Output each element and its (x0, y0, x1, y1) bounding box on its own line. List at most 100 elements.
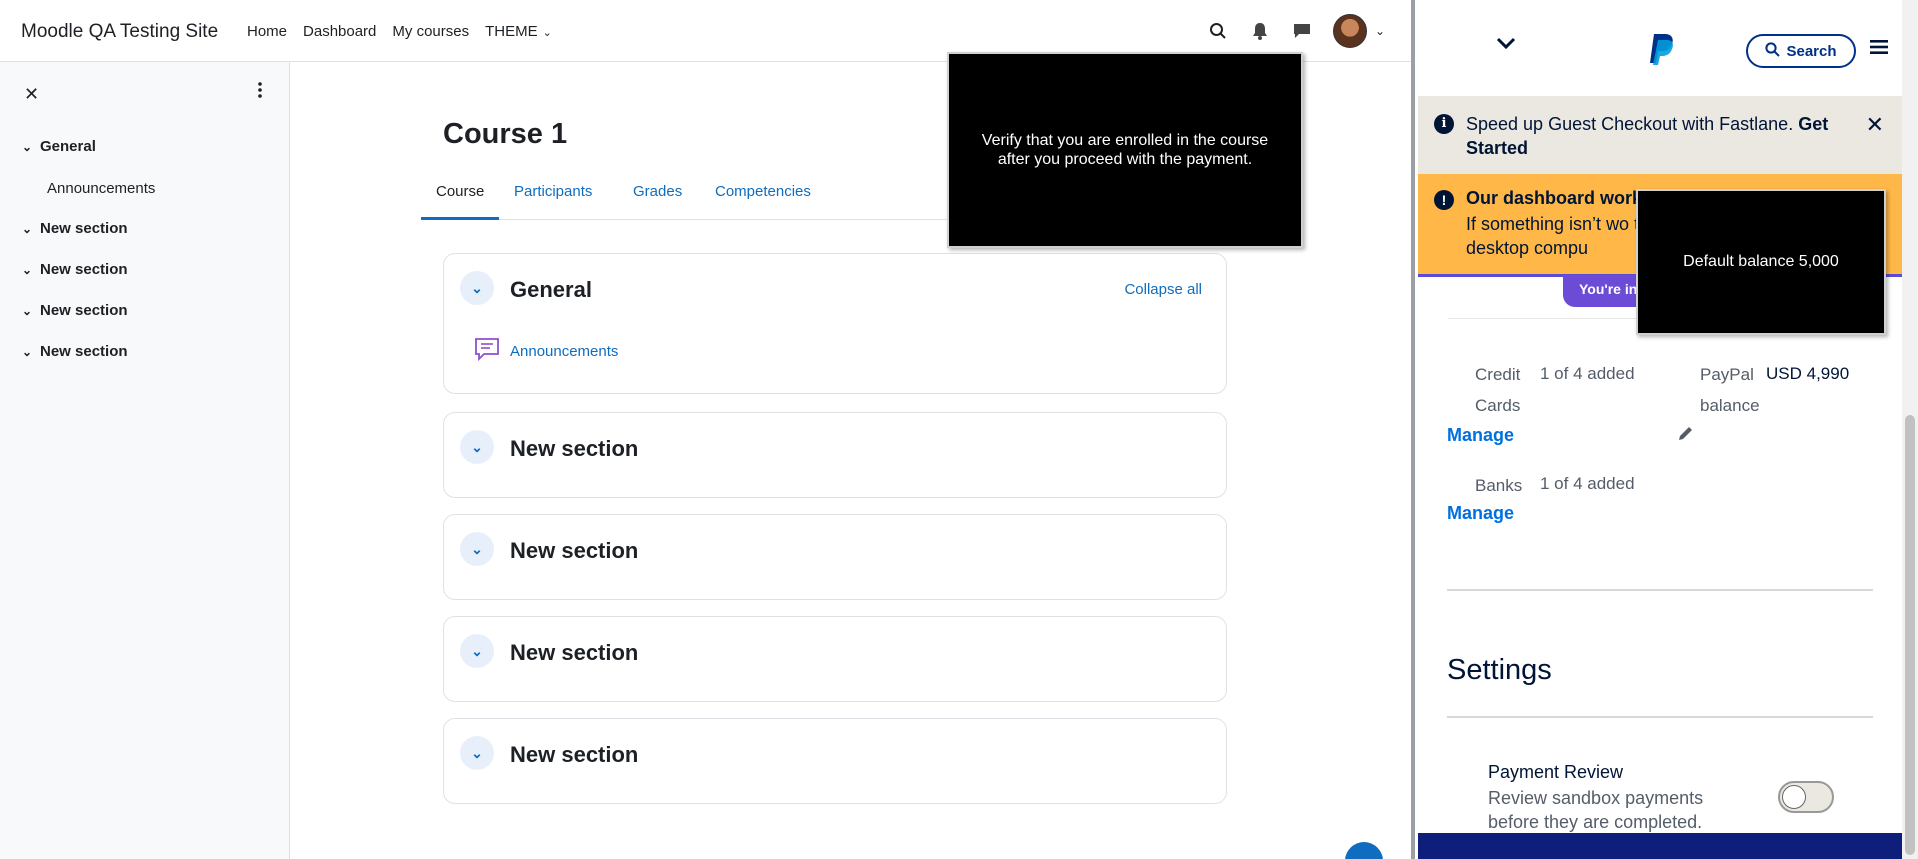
alert-icon: ! (1434, 190, 1454, 210)
credit-label-line1: Credit (1475, 365, 1521, 384)
warning-title: Our dashboard work (1466, 188, 1643, 208)
course-section: ⌄ New section (443, 616, 1227, 702)
chevron-down-icon: ⌄ (471, 540, 483, 557)
search-label: Search (1786, 42, 1837, 60)
kebab-menu-icon[interactable] (258, 82, 262, 103)
course-section: ⌄ New section (443, 718, 1227, 804)
nav-home[interactable]: Home (247, 23, 287, 40)
paypal-header: Search (1418, 0, 1902, 96)
manage-banks-link[interactable]: Manage (1447, 503, 1514, 524)
section-title: New section (510, 436, 639, 461)
fastlane-banner: i Speed up Guest Checkout with Fastlane.… (1418, 96, 1902, 174)
drawer-section-1[interactable]: ⌄ New section (22, 220, 128, 237)
close-icon[interactable]: ✕ (24, 84, 39, 105)
enrollment-tooltip: Verify that you are enrolled in the cour… (947, 52, 1303, 248)
paypal-balance-label: PayPal balance (1700, 359, 1760, 421)
scrollbar-thumb[interactable] (1905, 415, 1915, 855)
section-title: New section (510, 538, 639, 563)
activity-label: Announcements (510, 342, 619, 360)
fastlane-message: Speed up Guest Checkout with Fastlane. (1466, 114, 1794, 134)
activity-announcements[interactable]: Announcements (474, 336, 618, 366)
manage-cards-link[interactable]: Manage (1447, 425, 1514, 446)
course-section: ⌄ New section (443, 514, 1227, 600)
course-index-drawer: ✕ ⌄ General Announcements ⌄ New section ⌄ N… (0, 62, 290, 859)
moodle-window: Moodle QA Testing Site Home Dashboard My… (0, 0, 1415, 859)
chevron-down-icon: ⌄ (1374, 24, 1385, 38)
nav-theme[interactable]: THEME ⌄ (485, 23, 552, 40)
tooltip-text: Default balance 5,000 (1683, 253, 1839, 270)
scrollbar[interactable] (1902, 0, 1918, 859)
info-icon: i (1434, 114, 1454, 134)
drawer-section-label: New section (40, 302, 128, 319)
site-brand[interactable]: Moodle QA Testing Site (21, 21, 218, 43)
section-collapse-toggle[interactable]: ⌄ (460, 736, 494, 770)
avatar (1332, 14, 1367, 48)
balance-label-line1: PayPal (1700, 365, 1754, 384)
forum-icon (474, 336, 500, 366)
nav-dashboard[interactable]: Dashboard (303, 23, 376, 40)
divider (1447, 716, 1873, 718)
payment-review-toggle[interactable] (1778, 781, 1834, 813)
section-collapse-toggle[interactable]: ⌄ (460, 430, 494, 464)
tab-competencies[interactable]: Competencies (700, 180, 826, 220)
drawer-section-label: New section (40, 220, 128, 237)
search-icon[interactable] (1207, 20, 1229, 42)
section-title: New section (510, 742, 639, 767)
help-button[interactable] (1345, 842, 1383, 859)
chevron-down-icon: ⌄ (22, 344, 33, 359)
section-title: New section (510, 640, 639, 665)
fastlane-text: Speed up Guest Checkout with Fastlane. G… (1466, 112, 1856, 160)
drawer-section-3[interactable]: ⌄ New section (22, 302, 128, 319)
footer-banner (1418, 833, 1902, 859)
hamburger-menu-icon[interactable] (1870, 40, 1888, 59)
chevron-down-icon: ⌄ (471, 744, 483, 761)
primary-nav: Home Dashboard My courses THEME ⌄ (247, 23, 552, 40)
credit-label-line2: Cards (1475, 396, 1521, 415)
chevron-down-icon: ⌄ (471, 438, 483, 455)
message-icon[interactable] (1291, 20, 1313, 42)
close-icon[interactable]: ✕ (1866, 112, 1884, 138)
paypal-window: Search i Speed up Guest Checkout with Fa… (1418, 0, 1918, 859)
drawer-section-general[interactable]: ⌄ General (22, 138, 96, 155)
drawer-item-announcements[interactable]: Announcements (47, 180, 155, 197)
nav-theme-label: THEME (485, 23, 538, 40)
balance-tooltip: Default balance 5,000 (1636, 189, 1886, 335)
balance-label-line2: balance (1700, 396, 1760, 415)
section-collapse-toggle[interactable]: ⌄ (460, 532, 494, 566)
chevron-down-icon: ⌄ (22, 262, 33, 277)
chevron-down-icon[interactable] (1496, 36, 1516, 55)
drawer-section-label: New section (40, 261, 128, 278)
divider (1447, 589, 1873, 591)
user-menu[interactable]: ⌄ (1332, 14, 1385, 48)
page-title: Course 1 (443, 118, 568, 150)
chevron-down-icon: ⌄ (22, 221, 33, 236)
course-section: ⌄ New section (443, 412, 1227, 498)
chevron-down-icon: ⌄ (22, 303, 33, 318)
payment-review-desc: Review sandbox payments before they are … (1488, 788, 1704, 832)
search-icon (1765, 41, 1781, 61)
banks-label: Banks (1475, 476, 1523, 495)
pencil-icon[interactable] (1677, 424, 1695, 447)
section-collapse-toggle[interactable]: ⌄ (460, 634, 494, 668)
tab-participants[interactable]: Participants (499, 180, 607, 220)
divider (1448, 318, 1648, 319)
chevron-down-icon: ⌄ (22, 139, 33, 154)
tooltip-text: Verify that you are enrolled in the cour… (981, 132, 1269, 168)
payment-review-title: Payment Review (1488, 762, 1624, 782)
section-collapse-toggle[interactable]: ⌄ (460, 271, 494, 305)
collapse-all-link[interactable]: Collapse all (1124, 281, 1202, 298)
drawer-section-2[interactable]: ⌄ New section (22, 261, 128, 278)
chevron-down-icon: ⌄ (471, 279, 483, 296)
bell-icon[interactable] (1249, 20, 1271, 42)
credit-cards-label: Credit Cards (1475, 359, 1520, 421)
toggle-knob (1782, 785, 1806, 809)
drawer-section-4[interactable]: ⌄ New section (22, 343, 128, 360)
drawer-section-label: New section (40, 343, 128, 360)
nav-my-courses[interactable]: My courses (392, 23, 469, 40)
paypal-logo-icon[interactable] (1648, 32, 1676, 71)
paypal-balance-value: USD 4,990 (1766, 364, 1850, 383)
tab-course[interactable]: Course (421, 180, 499, 220)
section-title: General (510, 277, 592, 302)
tab-grades[interactable]: Grades (618, 180, 697, 220)
search-button[interactable]: Search (1746, 34, 1856, 68)
